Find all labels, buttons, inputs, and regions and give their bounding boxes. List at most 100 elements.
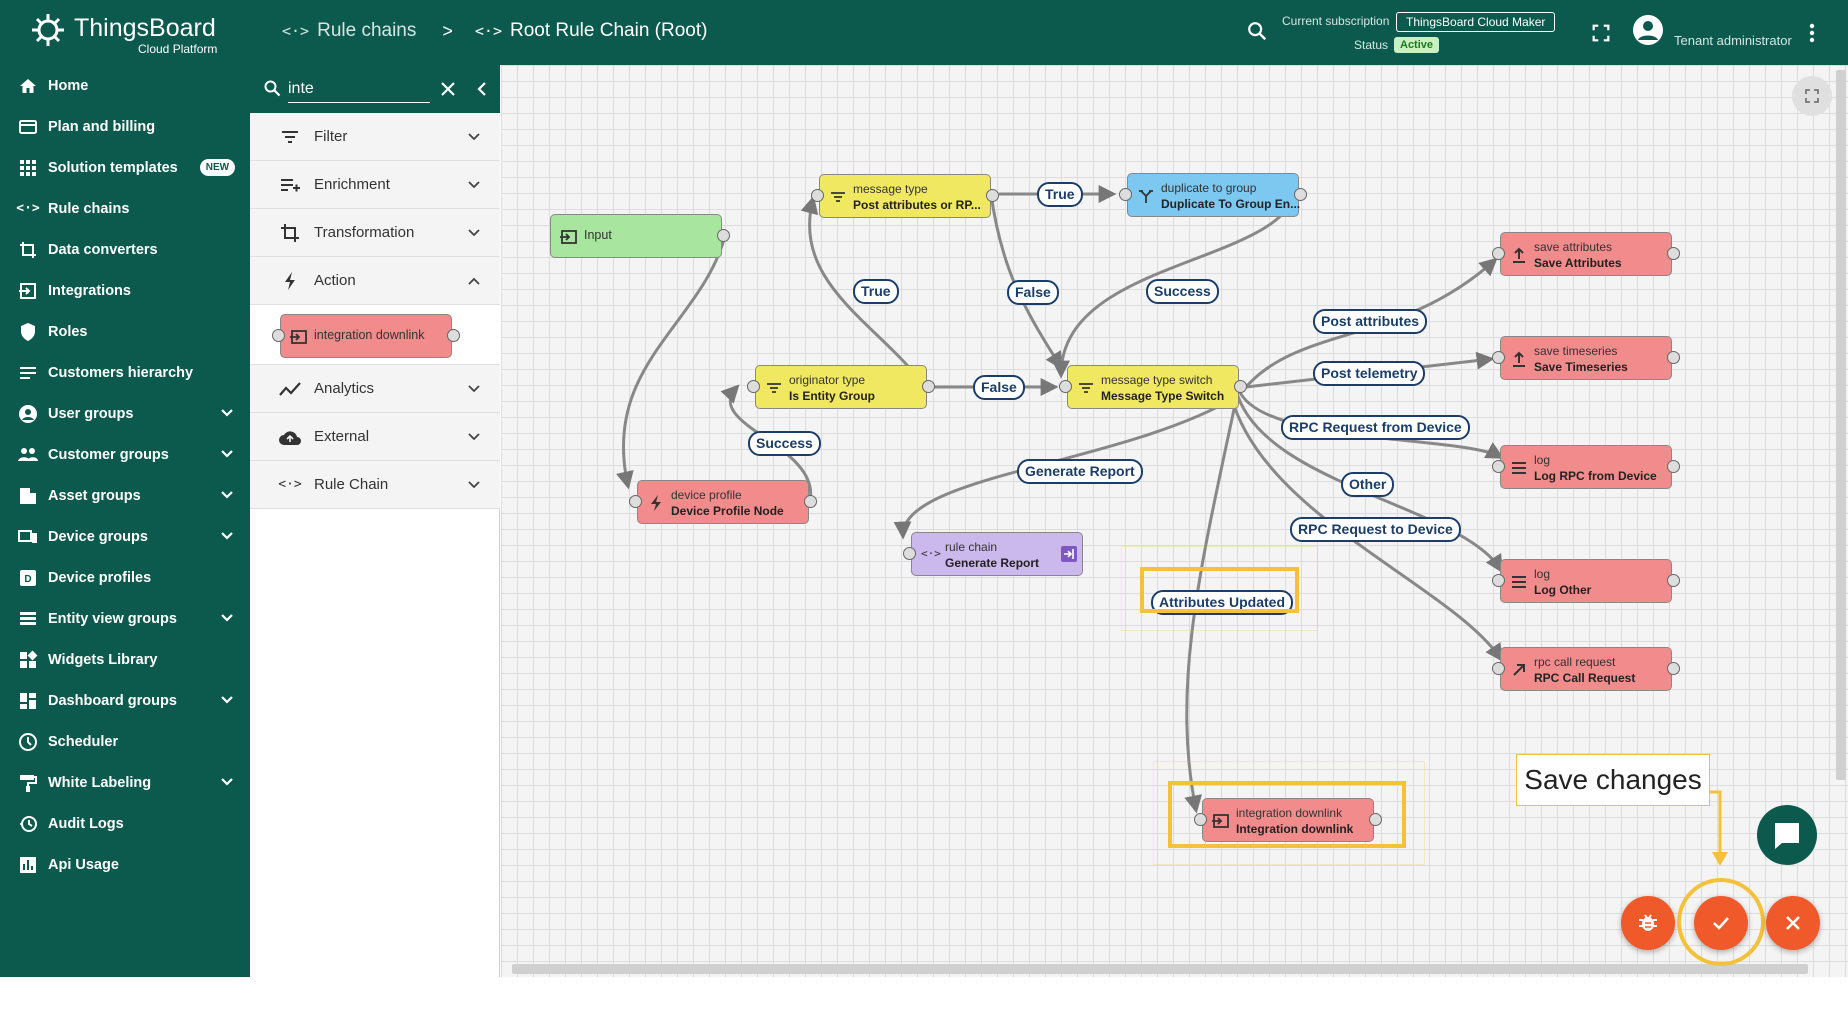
rule-chain-canvas[interactable]: Input message type Post attributes or RP… bbox=[501, 65, 1848, 977]
node-rule-chain-generate-report[interactable]: <·> rule chain Generate Report bbox=[903, 532, 1083, 576]
library-search-input[interactable] bbox=[288, 75, 430, 103]
sidebar-item-home[interactable]: Home bbox=[0, 65, 250, 106]
revert-changes-button[interactable] bbox=[1766, 896, 1820, 950]
breadcrumb-rule-chains[interactable]: <·> Rule chains bbox=[282, 20, 416, 42]
input-port[interactable] bbox=[1492, 662, 1505, 675]
input-port[interactable] bbox=[1492, 247, 1505, 260]
edge-label-true[interactable]: True bbox=[853, 279, 899, 304]
avatar[interactable] bbox=[1632, 14, 1664, 46]
library-category-rule-chain[interactable]: <·> Rule Chain bbox=[250, 461, 500, 509]
node-rpc-call-request[interactable]: rpc call request RPC Call Request bbox=[1492, 647, 1680, 691]
output-port[interactable] bbox=[804, 495, 817, 508]
sidebar-item-plan-and-billing[interactable]: Plan and billing bbox=[0, 106, 250, 147]
sidebar-item-roles[interactable]: Roles bbox=[0, 311, 250, 352]
node-message-type-switch[interactable]: message type switch Message Type Switch bbox=[1059, 365, 1247, 409]
edge-label-true[interactable]: True bbox=[1037, 182, 1083, 207]
edge-label-post-attributes[interactable]: Post attributes bbox=[1313, 309, 1428, 334]
edge-label-other[interactable]: Other bbox=[1341, 472, 1395, 497]
sidebar-item-user-groups[interactable]: User groups bbox=[0, 393, 250, 434]
output-port[interactable] bbox=[922, 380, 935, 393]
sidebar-item-entity-view-groups[interactable]: Entity view groups bbox=[0, 598, 250, 639]
output-port[interactable] bbox=[1667, 574, 1680, 587]
fullscreen-icon[interactable] bbox=[1590, 22, 1612, 44]
node-log-rpc-from-device[interactable]: log Log RPC from Device bbox=[1492, 445, 1680, 489]
library-category-enrichment[interactable]: Enrichment bbox=[250, 161, 500, 209]
output-port[interactable] bbox=[1667, 247, 1680, 260]
sidebar-item-white-labeling[interactable]: White Labeling bbox=[0, 762, 250, 803]
output-port[interactable] bbox=[717, 229, 730, 242]
input-port[interactable] bbox=[1492, 574, 1505, 587]
input-port[interactable] bbox=[811, 189, 824, 202]
library-node-integration-downlink[interactable]: integration downlink bbox=[272, 314, 460, 358]
sidebar-item-solution-templates[interactable]: Solution templates NEW bbox=[0, 147, 250, 188]
sidebar-item-data-converters[interactable]: Data converters bbox=[0, 229, 250, 270]
node-log-other[interactable]: log Log Other bbox=[1492, 559, 1680, 603]
output-port[interactable] bbox=[1667, 662, 1680, 675]
close-icon bbox=[1786, 916, 1800, 930]
edge-label-success[interactable]: Success bbox=[1146, 279, 1219, 304]
rule-chain-icon: <·> bbox=[16, 201, 40, 216]
vertical-scrollbar[interactable] bbox=[1836, 70, 1846, 780]
sidebar-item-device-groups[interactable]: Device groups bbox=[0, 516, 250, 557]
edge-label-false[interactable]: False bbox=[973, 375, 1025, 400]
input-port[interactable] bbox=[272, 329, 285, 342]
node-save-attributes[interactable]: save attributes Save Attributes bbox=[1492, 232, 1680, 276]
sidebar-item-asset-groups[interactable]: Asset groups bbox=[0, 475, 250, 516]
input-port[interactable] bbox=[903, 547, 916, 560]
debug-button[interactable] bbox=[1621, 896, 1675, 950]
sidebar-item-integrations[interactable]: Integrations bbox=[0, 270, 250, 311]
sidebar-item-audit-logs[interactable]: Audit Logs bbox=[0, 803, 250, 844]
sidebar-item-scheduler[interactable]: Scheduler bbox=[0, 721, 250, 762]
output-port[interactable] bbox=[986, 189, 999, 202]
edge-label-false[interactable]: False bbox=[1007, 280, 1059, 305]
sidebar-item-customer-groups[interactable]: Customer groups bbox=[0, 434, 250, 475]
search-icon[interactable] bbox=[1246, 20, 1268, 42]
edge-label-rpc-request-from-device[interactable]: RPC Request from Device bbox=[1281, 415, 1470, 440]
more-vert-icon[interactable] bbox=[1806, 22, 1818, 44]
node-originator-type[interactable]: originator type Is Entity Group bbox=[747, 365, 935, 409]
sidebar-item-widgets-library[interactable]: Widgets Library bbox=[0, 639, 250, 680]
sidebar-item-customers-hierarchy[interactable]: Customers hierarchy bbox=[0, 352, 250, 393]
input-port[interactable] bbox=[1119, 188, 1132, 201]
output-port[interactable] bbox=[447, 329, 460, 342]
input-port[interactable] bbox=[1059, 380, 1072, 393]
output-port[interactable] bbox=[1294, 188, 1307, 201]
canvas-fullscreen-button[interactable] bbox=[1792, 76, 1832, 116]
sidebar-item-api-usage[interactable]: Api Usage bbox=[0, 844, 250, 885]
node-label: Input bbox=[584, 228, 612, 242]
library-category-analytics[interactable]: Analytics bbox=[250, 365, 500, 413]
chat-button[interactable] bbox=[1757, 805, 1817, 865]
output-port[interactable] bbox=[1667, 351, 1680, 364]
input-port[interactable] bbox=[747, 380, 760, 393]
edge-label-post-telemetry[interactable]: Post telemetry bbox=[1313, 361, 1426, 386]
sidebar-item-rule-chains[interactable]: <·> Rule chains bbox=[0, 188, 250, 229]
apply-changes-button[interactable] bbox=[1694, 896, 1748, 950]
open-rule-chain-icon[interactable] bbox=[1060, 545, 1078, 563]
node-save-timeseries[interactable]: save timeseries Save Timeseries bbox=[1492, 336, 1680, 380]
thingsboard-logo[interactable]: ThingsBoard Cloud Platform bbox=[28, 10, 238, 58]
edge-label-rpc-request-to-device[interactable]: RPC Request to Device bbox=[1290, 517, 1461, 542]
library-category-transformation[interactable]: Transformation bbox=[250, 209, 500, 257]
edge-label-success[interactable]: Success bbox=[748, 431, 821, 456]
library-category-action[interactable]: Action bbox=[250, 257, 500, 305]
input-port[interactable] bbox=[1492, 460, 1505, 473]
chevron-left-icon[interactable] bbox=[472, 79, 492, 99]
node-duplicate-to-group[interactable]: duplicate to group Duplicate To Group En… bbox=[1119, 173, 1307, 217]
node-message-type-filter[interactable]: message type Post attributes or RP... bbox=[811, 174, 999, 218]
output-port[interactable] bbox=[1667, 460, 1680, 473]
horizontal-scrollbar[interactable] bbox=[512, 964, 1808, 974]
library-category-filter[interactable]: Filter bbox=[250, 113, 500, 161]
output-port[interactable] bbox=[1234, 380, 1247, 393]
filter-icon bbox=[831, 192, 845, 202]
input-port[interactable] bbox=[1492, 351, 1505, 364]
edge-label-generate-report[interactable]: Generate Report bbox=[1017, 459, 1143, 484]
library-category-external[interactable]: External bbox=[250, 413, 500, 461]
node-input[interactable]: Input bbox=[550, 214, 730, 258]
node-device-profile[interactable]: device profile Device Profile Node bbox=[629, 480, 817, 524]
sidebar-item-dashboard-groups[interactable]: Dashboard groups bbox=[0, 680, 250, 721]
input-port[interactable] bbox=[629, 495, 642, 508]
close-icon[interactable] bbox=[438, 79, 458, 99]
sidebar-item-device-profiles[interactable]: D Device profiles bbox=[0, 557, 250, 598]
bug-icon bbox=[1639, 914, 1657, 931]
subscription-chip[interactable]: ThingsBoard Cloud Maker bbox=[1396, 12, 1556, 32]
